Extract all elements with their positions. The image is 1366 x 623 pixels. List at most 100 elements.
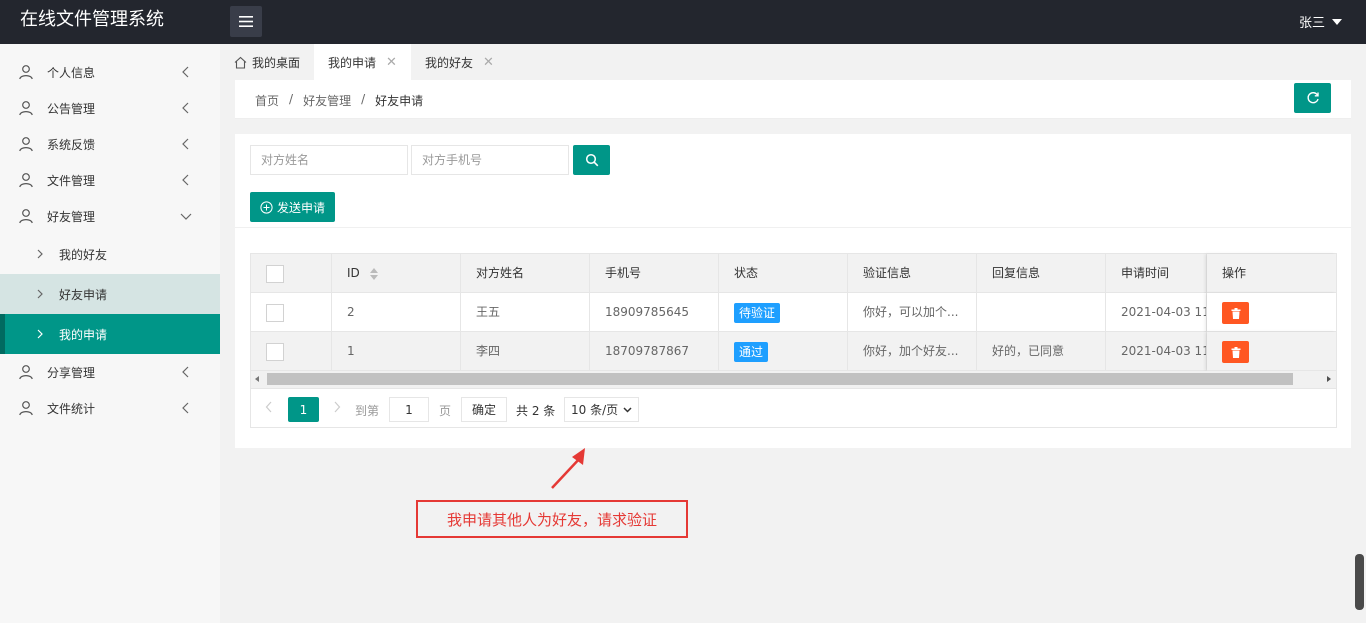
tab-label: 我的桌面 [252,55,301,70]
tab-label: 我的好友 [424,55,473,70]
delete-button[interactable] [1222,302,1249,324]
column-header-reply: 回复信息 [977,254,1106,293]
cell-actions [1207,293,1336,332]
sidebar-subitem-label: 我的好友 [59,247,108,262]
search-icon [585,153,598,167]
column-header-name: 对方姓名 [461,254,590,293]
row-checkbox-cell [251,293,332,332]
sidebar-item-stats[interactable]: 文件统计 [0,390,220,426]
cell-reply [977,293,1106,332]
sort-icon[interactable] [369,267,378,280]
row-checkbox[interactable] [266,304,284,322]
cell-id: 1 [332,332,461,371]
divider [235,227,1351,228]
sidebar-subitem-friend-requests[interactable]: 好友申请 [0,274,220,314]
page-tabs: 我的桌面 我的申请 ✕ 我的好友 ✕ [220,44,1366,80]
row-checkbox[interactable] [266,343,284,361]
cell-actions [1207,332,1336,371]
menu-toggle-button[interactable] [230,6,262,37]
cell-reply: 好的，已同意 [977,332,1106,371]
scrollbar-thumb[interactable] [267,373,1293,385]
status-badge: 待验证 [734,302,781,323]
vertical-scrollbar[interactable] [1355,554,1364,610]
requests-table: ID 对方姓名 手机号 状态 验证信息 回复信息 申请时间 操作 2 王五 18… [250,253,1337,428]
delete-button[interactable] [1222,341,1249,363]
column-label: ID [347,266,360,280]
sidebar-item-label: 好友管理 [47,209,96,224]
sidebar-subitem-my-friends[interactable]: 我的好友 [0,234,220,274]
user-name: 张三 [1298,16,1325,31]
close-icon[interactable]: ✕ [483,55,494,70]
sidebar-item-label: 系统反馈 [47,137,96,152]
sidebar-item-notice[interactable]: 公告管理 [0,90,220,126]
chevron-right-icon [37,289,43,299]
column-header-actions: 操作 [1207,254,1336,293]
sidebar-item-label: 文件管理 [47,173,96,188]
send-request-label: 发送申请 [276,200,325,215]
next-page-icon[interactable] [333,401,341,416]
sidebar-item-share[interactable]: 分享管理 [0,354,220,390]
user-icon [18,364,34,380]
page-current[interactable]: 1 [288,397,319,422]
chevron-down-icon [180,213,192,220]
chevron-left-icon [182,174,189,186]
cell-status: 待验证 [719,293,848,332]
column-header-id[interactable]: ID [332,254,461,293]
chevron-left-icon [182,66,189,78]
scroll-right-arrow-icon[interactable] [1327,376,1331,382]
tab-desktop[interactable]: 我的桌面 [220,44,314,80]
cell-verify: 你好，加个好友... [848,332,977,371]
select-all-checkbox[interactable] [266,265,284,283]
breadcrumb-bar: 首页 / 好友管理 / 好友申请 [235,80,1351,119]
column-header-time: 申请时间 [1106,254,1207,293]
cell-time: 2021-04-03 11:... [1106,332,1207,371]
refresh-icon [1306,92,1319,104]
user-icon [18,64,34,80]
goto-confirm-button[interactable]: 确定 [461,397,507,422]
breadcrumb-separator: / [361,92,366,106]
refresh-button[interactable] [1294,83,1331,113]
main-panel: 对方姓名 对方手机号 发送申请 ID 对方姓名 手机号 状态 验证信息 回复信息… [235,134,1351,448]
search-button[interactable] [573,145,610,175]
sidebar-subitem-my-requests[interactable]: 我的申请 [0,314,220,354]
cell-verify: 你好，可以加个... [848,293,977,332]
tab-my-requests[interactable]: 我的申请 ✕ [314,44,411,80]
breadcrumb-friends[interactable]: 好友管理 [303,92,351,109]
chevron-left-icon [182,402,189,414]
send-request-button[interactable]: 发送申请 [250,192,335,222]
scroll-left-arrow-icon[interactable] [255,376,259,382]
breadcrumb-home[interactable]: 首页 [255,92,279,109]
sidebar-item-feedback[interactable]: 系统反馈 [0,126,220,162]
sidebar: 个人信息 公告管理 系统反馈 文件管理 好友管理 我的好友 好友申请 我的申请 … [0,44,220,623]
table-row: 1 李四 18709787867 通过 你好，加个好友... 好的，已同意 20… [251,332,1336,371]
trash-icon [1231,346,1240,358]
page-size-value: 10 条/页 [571,403,619,417]
app-title: 在线文件管理系统 [20,9,164,30]
phone-search-input[interactable]: 对方手机号 [411,145,569,175]
tab-my-friends[interactable]: 我的好友 ✕ [411,44,508,80]
chevron-down-icon [623,406,632,413]
horizontal-scrollbar[interactable] [251,371,1336,388]
prev-page-icon[interactable] [265,401,273,416]
close-icon[interactable]: ✕ [386,55,397,70]
chevron-left-icon [182,138,189,150]
sidebar-subitem-label: 好友申请 [59,287,108,302]
column-header-verify: 验证信息 [848,254,977,293]
table-header: ID 对方姓名 手机号 状态 验证信息 回复信息 申请时间 操作 [251,254,1336,293]
breadcrumb-separator: / [289,92,294,106]
sidebar-item-files[interactable]: 文件管理 [0,162,220,198]
user-menu[interactable]: 张三 [1299,12,1342,31]
sidebar-item-profile[interactable]: 个人信息 [0,54,220,90]
caret-down-icon [1332,18,1342,25]
cell-time: 2021-04-03 11:... [1106,293,1207,332]
user-icon [18,400,34,416]
cell-name: 王五 [461,293,590,332]
page-unit-label: 页 [439,404,452,418]
name-search-input[interactable]: 对方姓名 [250,145,408,175]
goto-page-input[interactable]: 1 [389,397,429,422]
total-count: 共 2 条 [516,404,556,418]
page-size-select[interactable]: 10 条/页 [564,397,639,422]
sidebar-item-friends[interactable]: 好友管理 [0,198,220,234]
row-checkbox-cell [251,332,332,371]
trash-icon [1231,307,1240,319]
